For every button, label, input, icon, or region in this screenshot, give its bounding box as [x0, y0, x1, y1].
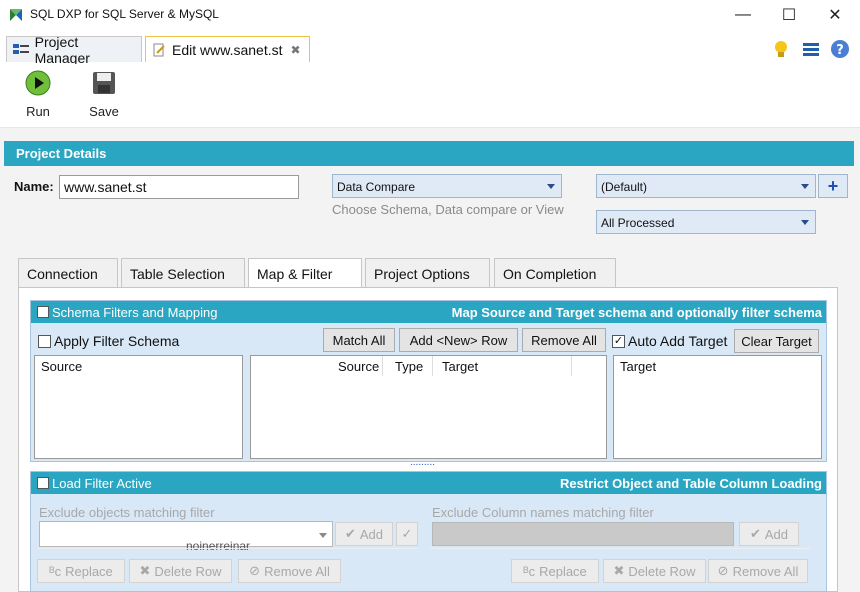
source-list-header: Source [41, 359, 83, 374]
auto-add-target-label: Auto Add Target [628, 333, 728, 349]
remove-all-objects-button[interactable]: ⊘ Remove All [238, 559, 341, 583]
apply-filter-checkbox-row[interactable]: Apply Filter Schema [38, 333, 179, 349]
load-filter-header: Load Filter Active Restrict Object and T… [31, 472, 826, 494]
exclude-objects-label: Exclude objects matching filter [39, 505, 215, 520]
lightbulb-icon[interactable] [772, 40, 790, 60]
chevron-down-icon [801, 184, 809, 189]
app-logo-icon [10, 9, 22, 21]
exclude-columns-input[interactable] [432, 522, 734, 546]
plus-icon: + [827, 175, 839, 196]
save-button[interactable]: Save [76, 70, 132, 122]
tab-on-completion[interactable]: On Completion [494, 258, 616, 288]
run-icon [25, 70, 51, 96]
mapping-col-target[interactable]: Target [442, 359, 478, 374]
schema-filters-title: Schema Filters and Mapping [52, 304, 218, 320]
schema-mapping-grid[interactable]: Source Type Target [250, 355, 607, 459]
remove-all-icon: ⊘ [249, 563, 261, 578]
delete-object-row-button[interactable]: ✖ Delete Row [129, 559, 232, 583]
tab-edit-project[interactable]: Edit www.sanet.st ✖ [145, 36, 310, 62]
auto-add-target-checkbox[interactable]: ✓ [612, 334, 625, 348]
target-list-header: Target [620, 359, 657, 374]
match-all-button[interactable]: Match All [323, 328, 395, 352]
name-label: Name: [14, 179, 54, 194]
check-icon: ✔ [749, 526, 761, 541]
splitter-handle[interactable]: ......... [410, 458, 435, 468]
schema-filters-description: Map Source and Target schema and optiona… [451, 304, 822, 320]
divider [37, 548, 417, 549]
apply-filter-checkbox[interactable] [38, 334, 51, 348]
tab-connection[interactable]: Connection [18, 258, 118, 288]
compare-hint: Choose Schema, Data compare or View [332, 202, 564, 217]
delete-icon: ✖ [139, 563, 151, 578]
replace-column-button[interactable]: ᴮᴄ Replace [511, 559, 599, 583]
tab-table-selection[interactable]: Table Selection [121, 258, 245, 288]
minimize-button[interactable]: — [720, 0, 766, 30]
load-filter-checkbox[interactable] [37, 477, 49, 489]
schema-filters-header: Schema Filters and Mapping Map Source an… [31, 301, 826, 323]
run-button[interactable]: Run [10, 70, 66, 122]
tab-label: Project Manager [34, 33, 90, 66]
add-column-filter-button[interactable]: ✔ Add [739, 522, 799, 546]
compare-type-select[interactable]: Data Compare [332, 174, 562, 198]
chevron-down-icon [547, 184, 555, 189]
replace-icon: ᴮᴄ [49, 563, 62, 579]
target-schema-list[interactable]: Target [613, 355, 822, 459]
title-bar: SQL DXP for SQL Server & MySQL — ☐ ✕ [0, 0, 860, 30]
help-icon[interactable]: ? [830, 39, 850, 59]
check-icon: ✔ [344, 526, 356, 541]
chevron-down-icon [319, 533, 327, 538]
delete-icon: ✖ [613, 563, 625, 578]
exclude-columns-label: Exclude Column names matching filter [432, 505, 654, 520]
add-new-row-button[interactable]: Add <New> Row [399, 328, 518, 352]
tab-project-options[interactable]: Project Options [365, 258, 490, 288]
run-label: Run [26, 104, 50, 119]
check-circle-icon[interactable]: ✓ [396, 522, 418, 546]
load-filter-description: Restrict Object and Table Column Loading [560, 475, 822, 491]
load-filter-title: Load Filter Active [52, 475, 152, 491]
mapping-col-type[interactable]: Type [395, 359, 423, 374]
tab-label: Edit www.sanet.st [172, 41, 283, 58]
edit-document-icon [153, 43, 165, 56]
close-button[interactable]: ✕ [812, 0, 858, 30]
window-title: SQL DXP for SQL Server & MySQL [30, 7, 219, 21]
tab-project-manager[interactable]: Project Manager [6, 34, 142, 66]
auto-add-target-row[interactable]: ✓ Auto Add Target [612, 333, 727, 349]
clear-target-button[interactable]: Clear Target [734, 329, 819, 353]
chevron-down-icon [801, 220, 809, 225]
add-schema-button[interactable]: + [818, 174, 848, 198]
apply-filter-label: Apply Filter Schema [54, 333, 180, 349]
remove-all-columns-button[interactable]: ⊘ Remove All [708, 559, 808, 583]
remove-all-icon: ⊘ [717, 563, 729, 578]
project-name-input[interactable]: www.sanet.st [59, 175, 299, 199]
mapping-col-source[interactable]: Source [338, 359, 379, 374]
replace-object-button[interactable]: ᴮᴄ Replace [37, 559, 125, 583]
menu-icon[interactable] [802, 41, 820, 57]
processed-select[interactable]: All Processed [596, 210, 816, 234]
schema-filters-checkbox[interactable] [37, 306, 49, 318]
project-manager-icon [13, 43, 29, 54]
source-schema-list[interactable]: Source [34, 355, 243, 459]
add-object-filter-button[interactable]: ✔ Add [335, 522, 393, 546]
save-icon [93, 72, 115, 94]
maximize-button[interactable]: ☐ [766, 0, 812, 30]
project-details-header: Project Details [4, 141, 854, 166]
replace-icon: ᴮᴄ [523, 563, 536, 579]
svg-text:?: ? [836, 43, 844, 58]
delete-column-row-button[interactable]: ✖ Delete Row [603, 559, 706, 583]
divider [430, 548, 810, 549]
tab-map-filter[interactable]: Map & Filter [248, 258, 362, 289]
remove-all-button[interactable]: Remove All [522, 328, 606, 352]
tab-close-icon[interactable]: ✖ [291, 43, 301, 57]
save-label: Save [89, 104, 119, 119]
schema-select[interactable]: (Default) [596, 174, 816, 198]
